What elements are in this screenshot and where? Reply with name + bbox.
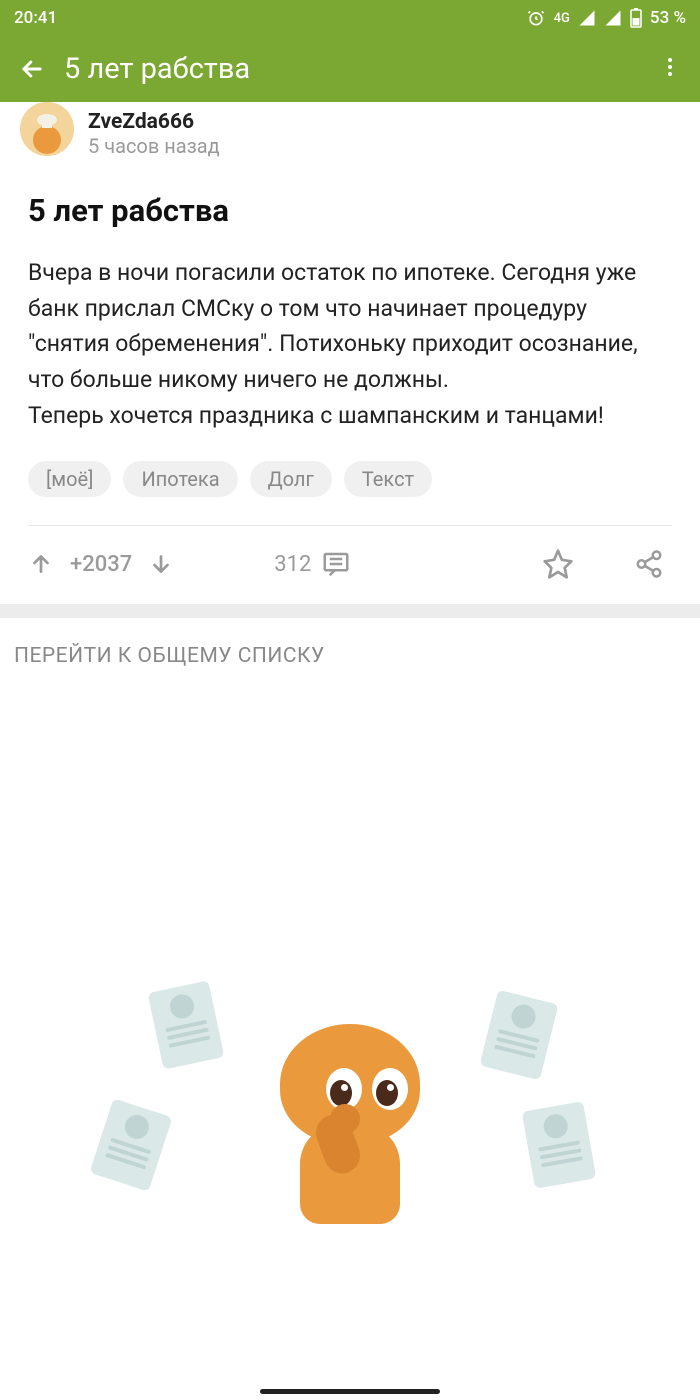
avatar[interactable] [20,102,74,156]
tag[interactable]: [моё] [28,461,111,497]
nav-handle[interactable] [260,1389,440,1394]
post-card: ZveZda666 5 часов назад 5 лет рабства Вч… [0,102,700,604]
favorite-button[interactable] [542,548,574,580]
back-button[interactable] [14,47,64,91]
tag[interactable]: Ипотека [123,461,237,497]
app-bar-title: 5 лет рабства [64,52,654,86]
downvote-button[interactable] [148,551,174,577]
paper-icon [479,990,558,1081]
status-time: 20:41 [14,8,526,28]
section-gap [0,604,700,618]
comments-button[interactable]: 312 [274,549,351,579]
post-body: Вчера в ночи погасили остаток по ипотеке… [28,255,672,433]
alarm-icon [526,8,546,28]
post-title: 5 лет рабства [28,192,672,229]
author-name[interactable]: ZveZda666 [88,110,220,134]
status-bar: 20:41 4G 53 % [0,0,700,36]
upvote-button[interactable] [28,551,54,577]
tag[interactable]: Долг [250,461,332,497]
tags-row: [моё] Ипотека Долг Текст [28,461,672,497]
post-time: 5 часов назад [88,134,220,158]
signal-icon-2 [604,9,622,27]
vote-count: +2037 [70,552,132,577]
action-bar: +2037 312 [28,526,672,604]
paper-icon [148,981,225,1070]
tag[interactable]: Текст [344,461,432,497]
mascot-illustration [260,1024,440,1214]
share-button[interactable] [634,549,664,579]
paper-icon [522,1101,597,1189]
comment-count: 312 [274,552,311,577]
author-row[interactable]: ZveZda666 5 часов назад [20,102,672,168]
app-bar: 5 лет рабства [0,36,700,102]
battery-percent: 53 % [650,8,686,28]
network-type: 4G [554,11,570,26]
battery-icon [630,8,642,28]
paper-icon [89,1099,172,1192]
overflow-menu-button[interactable] [654,47,686,91]
empty-state [0,694,700,1214]
signal-icon [578,9,596,27]
go-to-list-link[interactable]: ПЕРЕЙТИ К ОБЩЕМУ СПИСКУ [0,618,700,694]
